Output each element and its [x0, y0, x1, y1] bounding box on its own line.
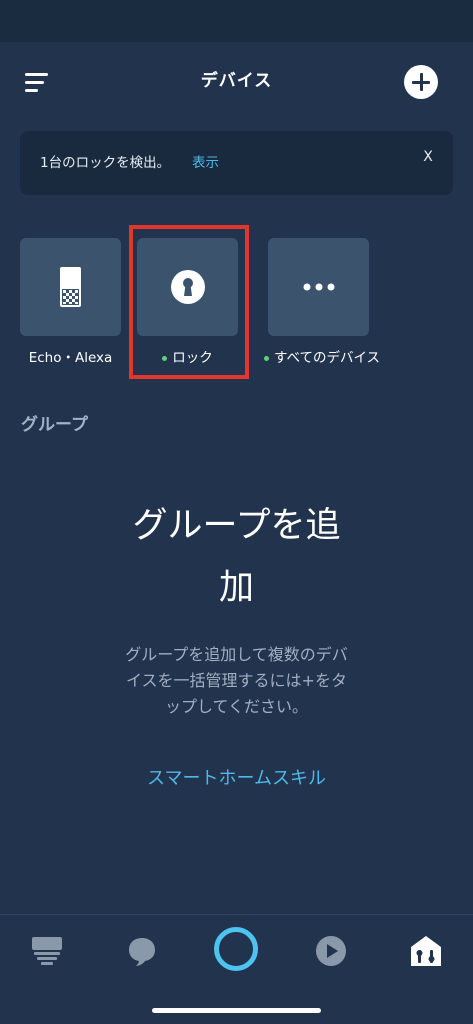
- nav-devices[interactable]: [396, 927, 456, 977]
- app-header: デバイス: [0, 56, 473, 110]
- device-label-text: すべてのデバイス: [273, 350, 381, 366]
- device-label-all-devices: すべてのデバイス: [252, 346, 392, 366]
- groups-section-label: グループ: [21, 415, 88, 435]
- home-dashboard-icon: [32, 937, 62, 965]
- alexa-ring-icon: [214, 927, 258, 971]
- speech-bubble-icon: [129, 938, 155, 966]
- device-label-echo: Echo・Alexa: [20, 346, 121, 366]
- devices-house-icon: [411, 936, 441, 966]
- online-status-dot: [162, 355, 168, 361]
- empty-desc-line: ップしてください。: [164, 697, 309, 716]
- plus-circle-icon[interactable]: [404, 65, 438, 99]
- keyhole-lock-icon: [171, 270, 205, 304]
- empty-desc-line: イスを一括管理するには+をタ: [126, 671, 347, 690]
- empty-title-line: 加: [218, 568, 254, 608]
- empty-groups-title: グループを追 加: [0, 495, 473, 619]
- banner-message: 1台のロックを検出。: [40, 155, 171, 171]
- online-status-dot: [263, 355, 269, 361]
- more-dots-icon: [303, 283, 335, 291]
- nav-home[interactable]: [17, 927, 77, 977]
- smart-home-skill-link[interactable]: スマートホームスキル: [0, 764, 473, 790]
- device-tile-lock[interactable]: [137, 238, 238, 336]
- nav-alexa[interactable]: [206, 927, 266, 977]
- status-bar: [0, 0, 473, 42]
- device-label-lock: ロック: [137, 346, 238, 366]
- empty-title-line: グループを追: [132, 506, 341, 546]
- empty-groups-description: グループを追加して複数のデバ イスを一括管理するには+をタ ップしてください。: [90, 642, 383, 720]
- home-indicator[interactable]: [152, 1008, 321, 1013]
- echo-speaker-icon: [60, 267, 81, 307]
- device-tile-echo[interactable]: [20, 238, 121, 336]
- lock-detected-banner: 1台のロックを検出。 表示 X: [20, 131, 453, 195]
- nav-play[interactable]: [301, 927, 361, 977]
- device-tile-all-devices[interactable]: [268, 238, 369, 336]
- empty-desc-line: グループを追加して複数のデバ: [125, 645, 348, 664]
- nav-communicate[interactable]: [112, 927, 172, 977]
- device-label-text: ロック: [172, 350, 213, 366]
- banner-close-button[interactable]: X: [418, 149, 438, 169]
- device-label-text: Echo・Alexa: [28, 350, 113, 366]
- banner-show-link[interactable]: 表示: [192, 151, 219, 171]
- play-icon: [316, 936, 346, 966]
- page-title: デバイス: [200, 71, 273, 91]
